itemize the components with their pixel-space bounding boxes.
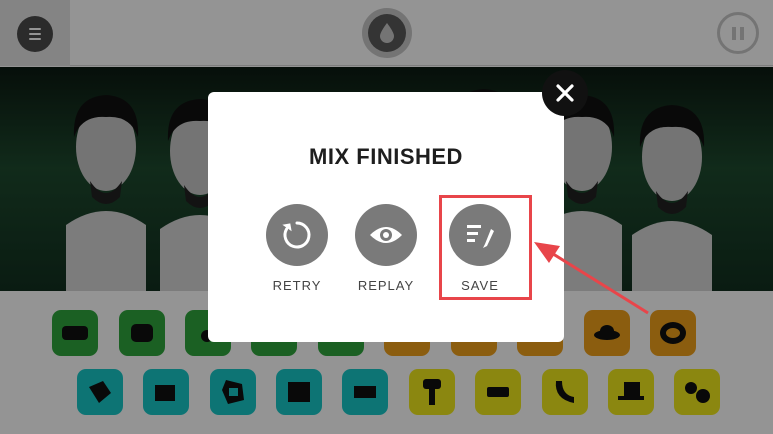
pointer-arrow-icon [534, 242, 649, 315]
